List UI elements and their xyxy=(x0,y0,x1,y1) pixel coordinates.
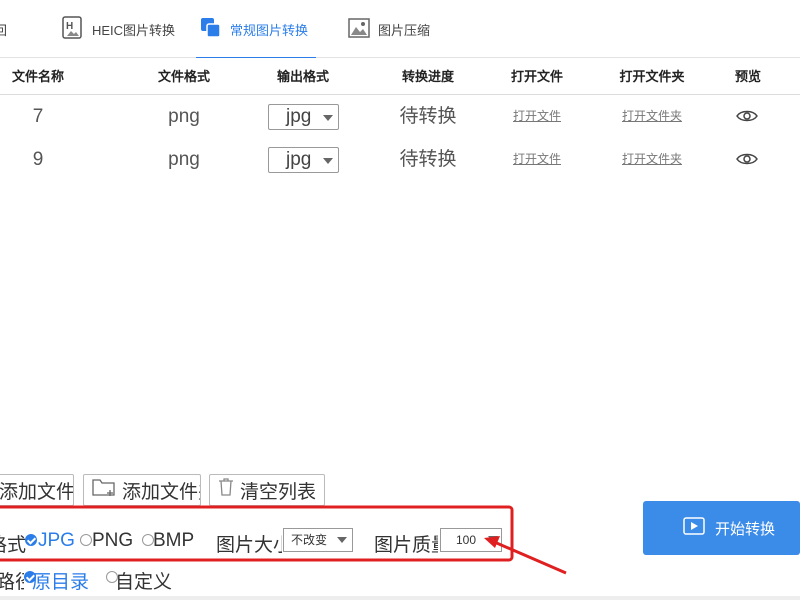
path-custom-label: 自定义 xyxy=(115,572,173,593)
quality-value: 100 xyxy=(456,533,477,547)
header-progress: 转换进度 xyxy=(401,69,454,84)
tab-compress-label: 图片压缩 xyxy=(378,22,431,38)
format-bmp-label: BMP xyxy=(153,530,195,551)
heic-icon: H xyxy=(62,15,84,43)
svg-text:H: H xyxy=(66,21,73,32)
chevron-down-icon[interactable] xyxy=(488,536,498,542)
open-file-link[interactable]: 打开文件 xyxy=(496,138,578,181)
folder-plus-icon xyxy=(92,477,116,503)
file-format-cell: png xyxy=(168,106,200,127)
eye-icon[interactable] xyxy=(736,109,758,128)
copy-icon xyxy=(200,17,222,42)
open-file-link[interactable]: 打开文件 xyxy=(496,95,578,138)
eye-icon[interactable] xyxy=(736,152,758,171)
add-folder-button[interactable]: 添加文件夹 xyxy=(83,474,201,506)
header-preview: 预览 xyxy=(734,69,761,84)
output-format-value: jpg xyxy=(286,149,312,170)
annotation-arrow xyxy=(491,539,567,575)
radio-png[interactable] xyxy=(80,534,92,546)
size-label: 图片大小 xyxy=(216,535,282,556)
progress-status: 待转换 xyxy=(399,149,457,170)
open-folder-link[interactable]: 打开文件夹 xyxy=(606,138,698,181)
tab-bar: 回 H HEIC图片转换 常规图片转换 图片压缩 xyxy=(0,0,800,59)
header-output-format: 输出格式 xyxy=(276,69,329,84)
image-size-value: 不改变 xyxy=(291,533,328,547)
path-label: 路径 xyxy=(0,572,24,593)
file-format-cell: png xyxy=(168,149,200,170)
header-file-name: 文件名称 xyxy=(11,69,64,84)
table-row: 7 png jpg 待转换 打开文件 打开文件夹 xyxy=(0,95,800,138)
open-folder-link[interactable]: 打开文件夹 xyxy=(606,95,698,138)
header-open-file: 打开文件 xyxy=(510,69,563,84)
header-file-format: 文件格式 xyxy=(157,69,210,84)
image-icon xyxy=(348,17,370,41)
chevron-down-icon xyxy=(337,537,347,543)
table-row: 9 png jpg 待转换 打开文件 打开文件夹 xyxy=(0,138,800,181)
output-format-select[interactable]: jpg xyxy=(268,147,339,173)
bottom-edge xyxy=(0,596,800,600)
tab-normal-label: 常规图片转换 xyxy=(230,22,309,38)
table-header: 文件名称 文件格式 输出格式 转换进度 打开文件 打开文件夹 预览 xyxy=(0,58,800,95)
image-size-select[interactable]: 不改变 xyxy=(283,528,353,552)
tab-back[interactable]: 回 xyxy=(0,0,7,58)
add-folder-label: 添加文件夹 xyxy=(122,481,200,503)
format-label: 格式 xyxy=(0,535,26,556)
format-jpg-label: JPG xyxy=(38,530,75,551)
add-file-label: 添加文件 xyxy=(0,481,74,503)
quality-label: 图片质量 xyxy=(374,535,438,556)
trash-icon xyxy=(218,477,234,503)
chevron-down-icon xyxy=(323,115,333,121)
chevron-down-icon xyxy=(323,158,333,164)
header-open-folder: 打开文件夹 xyxy=(619,69,685,84)
clear-list-label: 清空列表 xyxy=(240,481,317,503)
path-original-label: 原目录 xyxy=(32,572,90,593)
tab-compress[interactable]: 图片压缩 xyxy=(348,0,430,58)
format-png-label: PNG xyxy=(92,530,134,551)
tab-normal-convert[interactable]: 常规图片转换 xyxy=(195,0,317,59)
clear-list-button[interactable]: 清空列表 xyxy=(209,474,325,506)
play-icon xyxy=(683,517,705,539)
start-convert-button[interactable]: 开始转换 xyxy=(643,501,800,555)
progress-status: 待转换 xyxy=(399,106,457,127)
start-convert-label: 开始转换 xyxy=(715,520,776,538)
tab-heic-convert[interactable]: H HEIC图片转换 xyxy=(62,0,175,58)
file-name-cell: 9 xyxy=(32,149,44,170)
add-file-button[interactable]: 添加文件 xyxy=(0,474,74,506)
tab-back-label: 回 xyxy=(0,22,8,38)
tab-heic-label: HEIC图片转换 xyxy=(92,22,176,38)
output-format-select[interactable]: jpg xyxy=(268,104,339,130)
output-format-value: jpg xyxy=(286,106,312,127)
file-name-cell: 7 xyxy=(32,106,44,127)
radio-jpg[interactable] xyxy=(25,534,37,546)
